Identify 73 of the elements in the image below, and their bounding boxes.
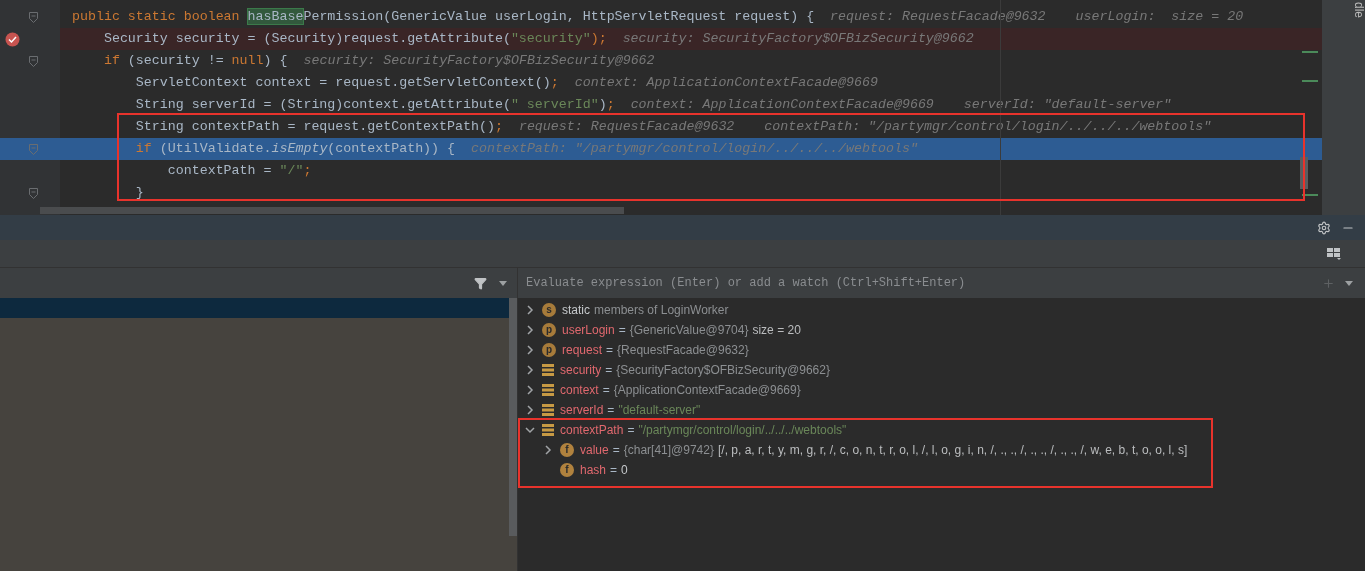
variable-value: {ApplicationContextFacade@9669} — [613, 382, 801, 399]
equals-sign: = — [610, 462, 618, 479]
code-line: public static boolean hasBasePermission(GenericValue userLogin, HttpServletRequest request) { — [72, 8, 815, 27]
variable-value: 0 — [621, 462, 628, 479]
variable-value: {SecurityFactory$OFBizSecurity@9662} — [616, 362, 830, 379]
variable-name[interactable]: hash — [580, 461, 607, 479]
settings-icon[interactable] — [1317, 220, 1331, 235]
inline-value-hint: request: RequestFacade@9632 — [518, 118, 735, 137]
code-line: String serverId = (String)context.getAttribute(" serverId"); — [134, 96, 615, 115]
field-type-icon: f — [560, 463, 574, 477]
code-line: ServletContext context = request.getServletContext(); — [134, 74, 559, 93]
variable-value: members of LoginWorker — [594, 302, 729, 319]
filter-icon[interactable] — [474, 276, 487, 290]
equals-sign: = — [607, 402, 615, 419]
dropdown-caret-icon[interactable] — [1345, 280, 1353, 286]
equals-sign: = — [606, 342, 614, 359]
inline-value-hint: contextPath: "/partymgr/control/login/../../../webtools" — [764, 118, 1212, 137]
code-line: String contextPath = request.getContextPath(); — [134, 118, 503, 137]
inline-value-hint: security: SecurityFactory$OFBizSecurity@9662 — [622, 30, 974, 49]
equals-sign: = — [618, 322, 626, 339]
field-type-icon: p — [542, 323, 556, 337]
variable-value: {char[41]@9742} — [623, 442, 714, 459]
code-line: Security security = (Security)request.getAttribute("security"); — [102, 30, 607, 49]
variable-detail: size = 20 — [752, 322, 801, 339]
breakpoint-icon[interactable] — [5, 31, 20, 47]
error-stripe-marker[interactable] — [1302, 80, 1318, 82]
variable-value: "/partymgr/control/login/../../../webtools" — [638, 422, 847, 439]
code-line: } — [134, 184, 144, 203]
variable-value: "default-server" — [618, 402, 701, 419]
list-icon — [542, 384, 554, 396]
variable-name[interactable]: serverId — [560, 401, 604, 419]
field-type-icon: s — [542, 303, 556, 317]
variable-detail: [/, p, a, r, t, y, m, g, r, /, c, o, n, t, r, o, l, /, l, o, g, i, n, /, ., ., /, ., ., /, ., ., /, w, e, b, t, o, o, l, s] — [717, 442, 1188, 459]
variable-name[interactable]: static — [562, 301, 590, 319]
field-type-icon: f — [560, 443, 574, 457]
error-stripe-marker[interactable] — [1302, 194, 1318, 196]
variable-name[interactable]: context — [560, 381, 599, 399]
equals-sign: = — [627, 422, 635, 439]
inline-value-hint: userLogin: size = 20 — [1075, 8, 1244, 27]
equals-sign: = — [605, 362, 613, 379]
field-type-icon: p — [542, 343, 556, 357]
list-icon — [542, 404, 554, 416]
fold-marker-icon[interactable] — [29, 55, 38, 67]
inline-value-hint: contextPath: "/partymgr/control/login/../../../webtools" — [471, 140, 918, 159]
inline-value-hint: security: SecurityFactory$OFBizSecurity@9662 — [303, 52, 655, 71]
equals-sign: = — [612, 442, 620, 459]
inline-value-hint: context: ApplicationContextFacade@9669 — [630, 96, 934, 115]
list-icon — [542, 424, 554, 436]
list-icon — [542, 364, 554, 376]
code-line: if (UtilValidate.isEmpty(contextPath)) { — [134, 140, 456, 159]
variable-name[interactable]: request — [562, 341, 603, 359]
dropdown-caret-icon[interactable] — [499, 280, 507, 286]
fold-marker-icon[interactable] — [29, 11, 38, 23]
error-stripe-marker[interactable] — [1302, 51, 1318, 53]
horizontal-scrollbar[interactable] — [40, 207, 624, 214]
inline-value-hint: serverId: "default-server" — [963, 96, 1172, 115]
variable-value: {RequestFacade@9632} — [617, 342, 749, 359]
variable-name[interactable]: value — [580, 441, 609, 459]
watch-expression-field[interactable]: Evaluate expression (Enter) or add a watch (Ctrl+Shift+Enter) — [518, 268, 1312, 298]
variable-value: {GenericValue@9704} — [629, 322, 749, 339]
code-line: if (security != null) { — [102, 52, 288, 71]
vertical-scrollbar-thumb[interactable] — [1300, 157, 1308, 189]
fold-marker-icon[interactable] — [29, 187, 38, 199]
variable-name[interactable]: security — [560, 361, 602, 379]
layout-icon[interactable] — [1327, 247, 1341, 260]
equals-sign: = — [602, 382, 610, 399]
inline-value-hint: request: RequestFacade@9632 — [830, 8, 1046, 27]
fold-marker-icon[interactable] — [29, 143, 38, 155]
inline-value-hint: context: ApplicationContextFacade@9669 — [574, 74, 878, 93]
vertical-scrollbar[interactable] — [509, 298, 517, 536]
variable-name[interactable]: contextPath — [560, 421, 624, 439]
variable-name[interactable]: userLogin — [562, 321, 615, 339]
code-line: contextPath = "/"; — [166, 162, 312, 181]
